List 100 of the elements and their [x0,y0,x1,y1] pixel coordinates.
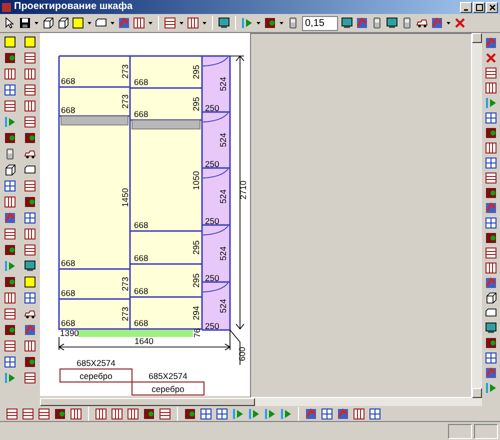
columns-icon[interactable] [111,408,123,420]
columns-icon[interactable] [24,228,36,240]
shelves-icon[interactable] [24,52,36,64]
colored-block-icon[interactable] [431,17,443,29]
shelves-icon[interactable] [24,116,36,128]
shelves-icon[interactable] [164,17,176,29]
colored-block-icon[interactable] [337,408,349,420]
colored-block-icon[interactable] [485,37,497,49]
columns-icon[interactable] [4,68,16,80]
grid-icon[interactable] [485,157,497,169]
shelves-icon[interactable] [38,408,50,420]
close-icon[interactable] [454,17,466,29]
close-button[interactable] [486,2,498,12]
grid-icon[interactable] [485,217,497,229]
cube-icon[interactable] [57,17,69,29]
colored-block-icon[interactable] [356,17,368,29]
block-icon[interactable] [4,276,16,288]
columns-icon[interactable] [353,408,365,420]
colored-block-icon[interactable] [485,367,497,379]
block-icon[interactable] [4,324,16,336]
grid-icon[interactable] [485,352,497,364]
block-icon[interactable] [24,132,36,144]
columns-icon[interactable] [24,100,36,112]
colored-block-icon[interactable] [24,324,36,336]
grid-icon[interactable] [200,408,212,420]
shelves-icon[interactable] [485,247,497,259]
monitor-icon[interactable] [218,17,230,29]
vertical-scrollbar[interactable] [472,33,482,398]
minimize-button[interactable] [460,2,472,12]
car-icon[interactable] [24,308,36,320]
car-icon[interactable] [24,148,36,160]
columns-icon[interactable] [4,292,16,304]
arrow-icon[interactable] [4,116,16,128]
columns-icon[interactable] [95,408,107,420]
device-icon[interactable] [4,148,16,160]
columns-icon[interactable] [24,340,36,352]
columns-icon[interactable] [24,68,36,80]
cube-icon[interactable] [42,17,54,29]
columns-icon[interactable] [127,408,139,420]
block-icon[interactable] [24,196,36,208]
arrow-icon[interactable] [264,408,276,420]
square-icon[interactable] [24,276,36,288]
shelves-icon[interactable] [24,244,36,256]
arrow-icon[interactable] [4,260,16,272]
maximize-button[interactable] [473,2,485,12]
monitor-icon[interactable] [386,17,398,29]
columns-icon[interactable] [187,17,199,29]
grid-icon[interactable] [369,408,381,420]
block-icon[interactable] [485,187,497,199]
colored-block-icon[interactable] [4,212,16,224]
arrow-icon[interactable] [280,408,292,420]
device-icon[interactable] [401,17,413,29]
cursor-icon[interactable] [4,17,16,29]
monitor-icon[interactable] [485,322,497,334]
square-icon[interactable] [4,36,16,48]
scale-field[interactable]: 0,15 [302,16,338,30]
block-icon[interactable] [485,337,497,349]
horizontal-scrollbar[interactable] [40,398,482,406]
block-icon[interactable] [485,127,497,139]
arrow-icon[interactable] [4,372,16,384]
cube-icon[interactable] [4,164,16,176]
cube-icon[interactable] [485,292,497,304]
block-icon[interactable] [184,408,196,420]
device-icon[interactable] [371,17,383,29]
shelves-icon[interactable] [159,408,171,420]
block-icon[interactable] [54,408,66,420]
shelves-icon[interactable] [24,180,36,192]
shelves-icon[interactable] [4,100,16,112]
columns-icon[interactable] [485,82,497,94]
shelves-icon[interactable] [4,340,16,352]
colored-block-icon[interactable] [118,17,130,29]
columns-icon[interactable] [485,262,497,274]
block-icon[interactable] [485,232,497,244]
block-icon[interactable] [264,17,276,29]
shelves-icon[interactable] [485,67,497,79]
arrow-icon[interactable] [485,382,497,394]
monitor-icon[interactable] [24,260,36,272]
shelves-icon[interactable] [4,308,16,320]
columns-icon[interactable] [485,142,497,154]
block-icon[interactable] [4,132,16,144]
arrow-icon[interactable] [232,408,244,420]
close-icon[interactable] [485,52,497,64]
grid-icon[interactable] [485,112,497,124]
car-icon[interactable] [416,17,428,29]
colored-block-icon[interactable] [485,202,497,214]
device-icon[interactable] [287,17,299,29]
square-icon[interactable] [72,17,84,29]
columns-icon[interactable] [133,17,145,29]
grid-icon[interactable] [4,84,16,96]
arrow-icon[interactable] [248,408,260,420]
block-icon[interactable] [143,408,155,420]
grid-icon[interactable] [24,292,36,304]
colored-block-icon[interactable] [485,277,497,289]
shelves-icon[interactable] [24,84,36,96]
block-icon[interactable] [24,356,36,368]
colored-block-icon[interactable] [305,408,317,420]
square-icon[interactable] [24,36,36,48]
shelves-icon[interactable] [485,172,497,184]
columns-icon[interactable] [70,408,82,420]
shelves-icon[interactable] [4,228,16,240]
